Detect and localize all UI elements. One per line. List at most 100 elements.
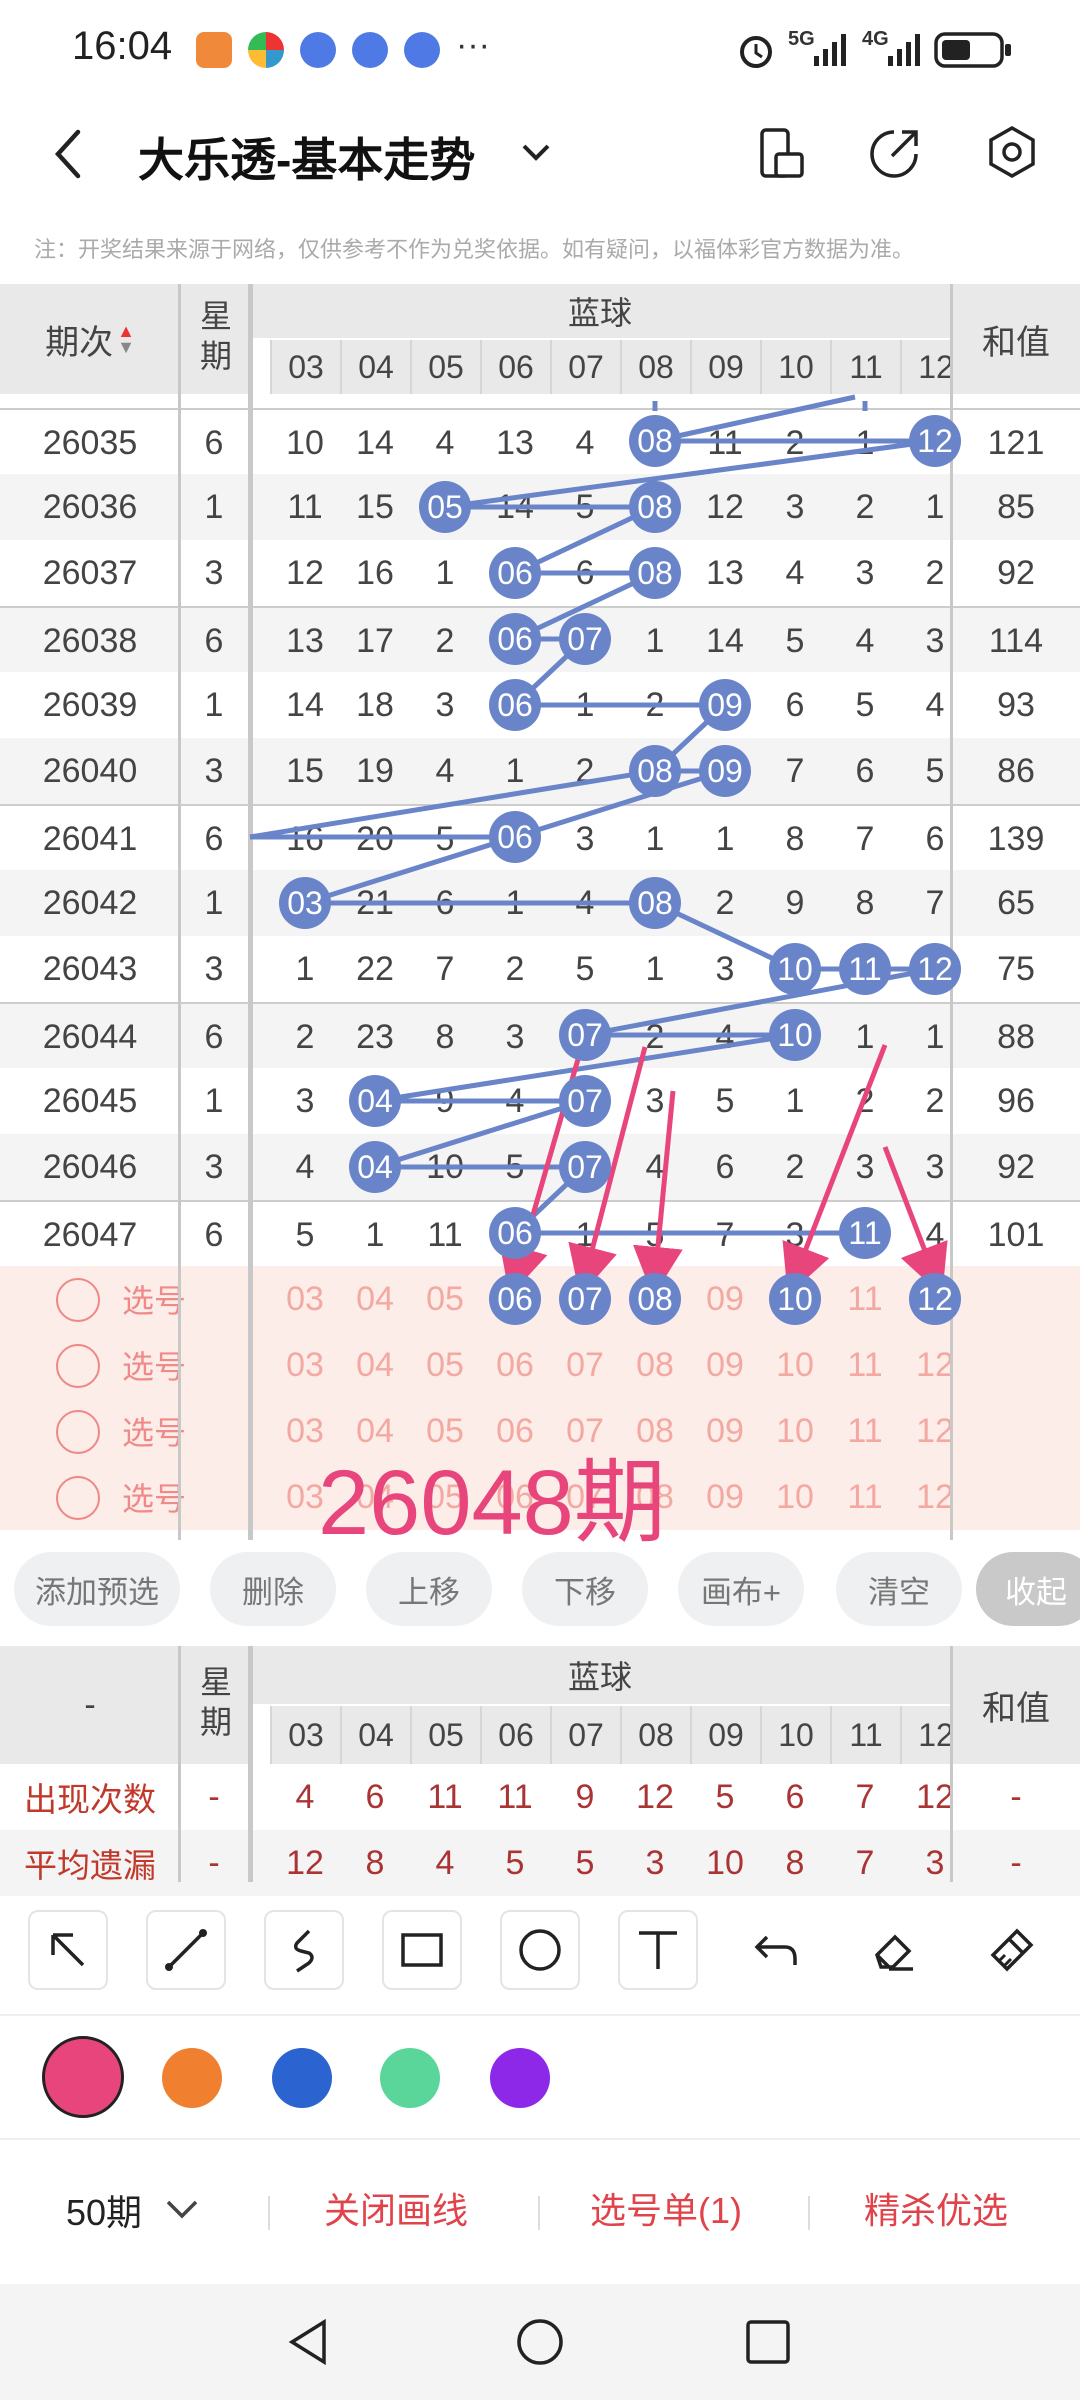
stats-value: 11 [427,1777,463,1816]
move-down-button[interactable]: 下移 [522,1552,648,1626]
header-col: 11 [830,1706,900,1764]
stats-value: 6 [365,1777,385,1816]
divider [268,2196,270,2230]
trend-line [249,768,656,840]
blue-ball: 10 [769,1009,821,1061]
stats-header-label: - [0,1646,180,1764]
blue-ball: 04 [349,1075,401,1127]
stats-row: 出现次数 -4 6 11 11 9 12 5 6 7 12- [0,1764,1080,1830]
annotation-arrow [633,1090,683,1297]
column-divider [178,1646,181,1882]
stats-value: 7 [855,1777,875,1816]
nav-back-icon[interactable] [280,2314,336,2370]
color-swatch-blue[interactable] [272,2048,332,2108]
header-col: 08 [620,1706,690,1764]
blue-ball: 08 [629,415,681,467]
divider [538,2196,540,2230]
pointer-arrow-icon[interactable] [28,1910,108,1990]
blue-ball: 11 [839,1207,891,1259]
header-col: 05 [410,1706,480,1764]
blue-ball: 06 [489,547,541,599]
best-picks-button[interactable]: 精杀优选 [864,2182,1008,2234]
text-icon[interactable] [618,1910,698,1990]
delete-button[interactable]: 删除 [210,1552,336,1626]
blue-ball: 12 [909,943,961,995]
blue-ball: 09 [699,745,751,797]
blue-ball: 07 [559,1009,611,1061]
color-swatch-pink[interactable] [42,2036,124,2118]
stats-sum: - [1010,1777,1022,1816]
trend-line [514,768,726,840]
color-swatch-green[interactable] [380,2048,440,2108]
undo-icon[interactable] [736,1910,816,1990]
clear-button[interactable]: 清空 [836,1552,962,1626]
selected-ball[interactable]: 07 [559,1273,611,1325]
pick-list-button[interactable]: 选号单(1) [590,2182,742,2234]
blue-ball: 08 [629,481,681,533]
blue-ball: 06 [489,1207,541,1259]
selected-ball[interactable]: 08 [629,1273,681,1325]
stats-table: - 星期 蓝球 03 04 05 06 07 08 09 10 11 12 和值 出现次数 -4 6 11 11 9 1… [0,1646,1080,1896]
column-divider [950,1646,953,1882]
blue-ball: 08 [629,877,681,929]
stats-label: 出现次数 [24,1781,156,1818]
circle-icon[interactable] [500,1910,580,1990]
blue-ball: 07 [559,613,611,665]
stats-value: 6 [785,1777,805,1816]
blue-ball: 11 [839,943,891,995]
blue-ball: 12 [909,415,961,467]
blue-ball: 06 [489,613,541,665]
selected-ball[interactable]: 12 [909,1273,961,1325]
add-preselect-button[interactable]: 添加预选 [14,1552,180,1626]
header-col: 06 [480,1706,550,1764]
divider [808,2196,810,2230]
color-swatch-orange[interactable] [162,2048,222,2108]
blue-ball: 10 [769,943,821,995]
blue-ball: 09 [699,679,751,731]
trend-line [374,1098,586,1170]
period-range-selector[interactable]: 50期 [66,2184,142,2236]
line-icon[interactable] [146,1910,226,1990]
header-blue-group: 蓝球 [250,1646,950,1704]
clear-brush-icon[interactable] [972,1910,1052,1990]
stats-weekday: - [208,1777,220,1816]
header-col: 03 [270,1706,340,1764]
trend-line [304,834,516,906]
stats-value: 11 [497,1777,533,1816]
nav-home-icon[interactable] [512,2314,568,2370]
header-col: 10 [760,1706,830,1764]
annotation-arrow [882,1146,948,1296]
blue-ball: 05 [419,481,471,533]
eraser-icon[interactable] [854,1910,934,1990]
blue-ball: 07 [559,1141,611,1193]
blue-ball: 08 [629,547,681,599]
column-divider [250,1646,253,1882]
selected-ball[interactable]: 06 [489,1273,541,1325]
nav-recents-icon[interactable] [740,2314,796,2370]
trend-line [444,438,936,510]
color-swatch-purple[interactable] [490,2048,550,2108]
collapse-button[interactable]: 收起 [976,1552,1080,1626]
trend-line [654,394,856,444]
stats-value: 9 [575,1777,595,1816]
close-drawing-button[interactable]: 关闭画线 [324,2182,468,2234]
header-weekday: 星期 [180,1646,248,1764]
blue-ball: 08 [629,745,681,797]
blue-ball: 06 [489,811,541,863]
selected-ball[interactable]: 10 [769,1273,821,1325]
header-col: 07 [550,1706,620,1764]
rectangle-icon[interactable] [382,1910,462,1990]
canvas-plus-button[interactable]: 画布+ [678,1552,804,1626]
header-col: 09 [690,1706,760,1764]
header-col: 04 [340,1706,410,1764]
blue-ball: 03 [279,877,331,929]
stats-value: 5 [715,1777,735,1816]
blue-ball: 06 [489,679,541,731]
stats-value: 12 [636,1777,674,1816]
period-annotation: 26048期 [318,1452,666,1554]
chevron-down-icon[interactable] [162,2196,202,2222]
header-sum: 和值 [952,1646,1080,1764]
move-up-button[interactable]: 上移 [366,1552,492,1626]
blue-ball: 07 [559,1075,611,1127]
freehand-icon[interactable] [264,1910,344,1990]
